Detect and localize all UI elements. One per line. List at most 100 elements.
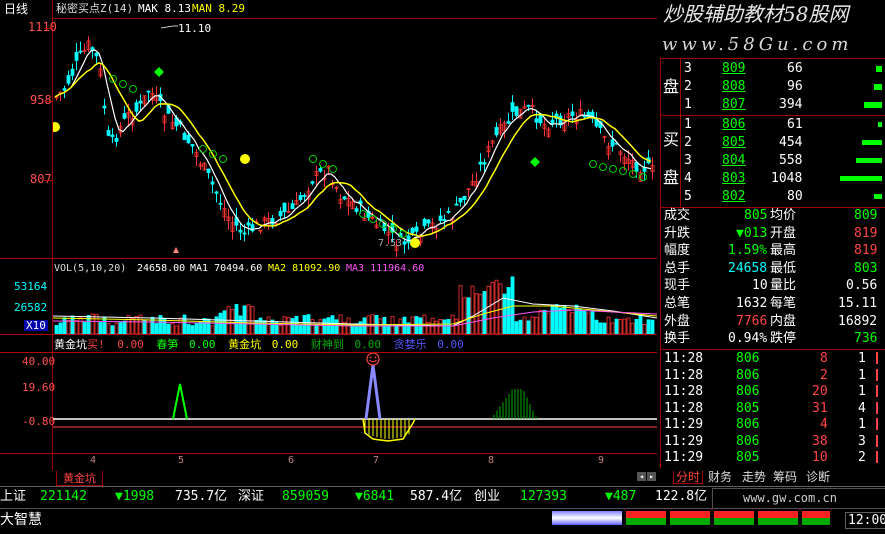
tick-time: 11:28 xyxy=(664,400,704,416)
ind-v4: 0.00 xyxy=(354,338,382,351)
index-name[interactable]: 深证 xyxy=(238,490,264,503)
volume-bar xyxy=(642,324,647,334)
candle-body xyxy=(102,105,107,109)
ask-row[interactable]: 3 809 66 xyxy=(660,60,882,77)
candle-body xyxy=(282,202,287,213)
volume-bar xyxy=(470,285,475,334)
candle-body xyxy=(78,50,83,53)
index-name[interactable]: 上证 xyxy=(0,490,26,503)
candle-body xyxy=(270,218,275,225)
volume-bar xyxy=(230,309,235,334)
volume-bar xyxy=(142,320,147,334)
tick-direction xyxy=(876,368,878,381)
volume-bar xyxy=(318,319,323,334)
volume-bar xyxy=(74,320,79,334)
candle-body xyxy=(410,227,415,234)
bid-row[interactable]: 4 803 1048 xyxy=(660,170,882,187)
volume-bar xyxy=(310,319,315,334)
tick-time: 11:29 xyxy=(664,417,704,432)
candle-body xyxy=(310,181,315,184)
volume-bar xyxy=(522,316,527,334)
candle-body xyxy=(550,119,555,125)
ask-row[interactable]: 1 807 394 xyxy=(660,96,882,113)
candle-body xyxy=(206,168,211,174)
volume-bar xyxy=(126,315,131,334)
indicator-header[interactable]: 黄金坑买! 0.00 春笋 0.00 黄金坑 0.00 财神到 0.00 贪婪乐… xyxy=(54,339,464,350)
period-label[interactable]: 日线 xyxy=(4,3,28,15)
tab-trend[interactable]: 走势 xyxy=(742,471,766,483)
indicator-name[interactable]: 秘密买点Z(14) xyxy=(56,3,133,14)
candle-body xyxy=(278,210,283,217)
vol-indicator-name[interactable]: VOL(5,10,20) xyxy=(54,264,126,274)
event-star-icon: ✱ xyxy=(228,19,236,20)
man-value: MAN 8.29 xyxy=(192,2,245,15)
tick-price: 806 xyxy=(736,433,760,449)
bid-row[interactable]: 2 805 454 xyxy=(660,134,882,151)
ask-row[interactable]: 2 808 96 xyxy=(660,78,882,95)
candle-body xyxy=(70,68,75,76)
tab-golden-pit[interactable]: 黄金坑 xyxy=(56,471,103,486)
volume-bar xyxy=(250,306,255,334)
price-axis-low: 807 xyxy=(30,172,52,186)
quote-label: 跌停 xyxy=(770,331,797,347)
spike-blue xyxy=(364,364,382,420)
ma-short-line xyxy=(54,49,652,242)
site-url[interactable]: www.gw.com.cn xyxy=(743,492,837,504)
volume-bar xyxy=(638,315,643,334)
candle-body xyxy=(218,202,223,205)
bid-volume-bar xyxy=(856,158,882,163)
chart-panel[interactable]: 日线 秘密买点Z(14) MAK 8.13 MAN 8.29 1110 958 … xyxy=(0,0,657,470)
candle-body xyxy=(610,139,615,147)
volume-bar xyxy=(626,317,631,334)
bid-price: 806 xyxy=(722,117,746,132)
bid-volume-bar xyxy=(878,122,882,127)
volume-bar xyxy=(594,319,599,334)
tab-diagnose[interactable]: 诊断 xyxy=(806,471,830,483)
candlestick-chart[interactable]: ✱✱✱✱✱✱✱✱✱✱✱✱ xyxy=(53,19,657,257)
vol-unit-badge: X10 xyxy=(24,319,48,332)
signal-diamond xyxy=(154,67,164,77)
month-label: 4 xyxy=(90,455,97,466)
signal-circle xyxy=(589,160,597,168)
scroll-right-icon[interactable]: ▸ xyxy=(647,472,656,481)
tab-intraday[interactable]: 分时 xyxy=(673,471,704,484)
tick-direction xyxy=(876,451,878,463)
tick-direction xyxy=(876,418,878,430)
volume-chart[interactable] xyxy=(53,276,657,334)
volume-bar xyxy=(98,322,103,334)
volume-bar xyxy=(454,318,459,334)
clock: 12:00 xyxy=(845,512,885,529)
index-name[interactable]: 创业 xyxy=(474,490,500,503)
candle-body xyxy=(298,195,303,200)
volume-bar xyxy=(614,318,619,334)
signal-circle xyxy=(329,165,337,173)
tab-finance[interactable]: 财务 xyxy=(708,471,732,483)
ask-price: 809 xyxy=(722,61,746,76)
volume-bar xyxy=(130,318,135,334)
bid-row[interactable]: 5 802 80 xyxy=(660,188,882,205)
tick-volume: 20 xyxy=(812,384,828,399)
candle-body xyxy=(454,203,459,206)
volume-bar xyxy=(450,314,455,334)
volume-bar xyxy=(650,319,655,334)
tick-price: 805 xyxy=(736,450,760,465)
event-star-icon: ✱ xyxy=(296,19,304,20)
volume-bar xyxy=(186,324,191,334)
tick-count: 2 xyxy=(858,450,866,465)
quote-value: 819 xyxy=(854,243,878,259)
bid-row[interactable]: 1 806 61 xyxy=(660,116,882,133)
volume-bar xyxy=(66,319,71,334)
quote-value: 0.94% xyxy=(728,331,768,347)
ind-v5: 0.00 xyxy=(437,338,464,351)
bid-row[interactable]: 3 804 558 xyxy=(660,152,882,169)
volume-bar xyxy=(570,312,575,334)
volume-bar xyxy=(526,320,531,334)
scroll-left-icon[interactable]: ◂ xyxy=(637,472,646,481)
candle-body xyxy=(438,215,443,221)
ask-volume-bar xyxy=(876,66,882,72)
volume-bar xyxy=(586,312,591,334)
bid-volume: 80 xyxy=(787,189,803,204)
indicator-chart[interactable] xyxy=(53,353,657,453)
tab-chips[interactable]: 筹码 xyxy=(773,471,797,483)
volume-bar xyxy=(458,285,463,334)
